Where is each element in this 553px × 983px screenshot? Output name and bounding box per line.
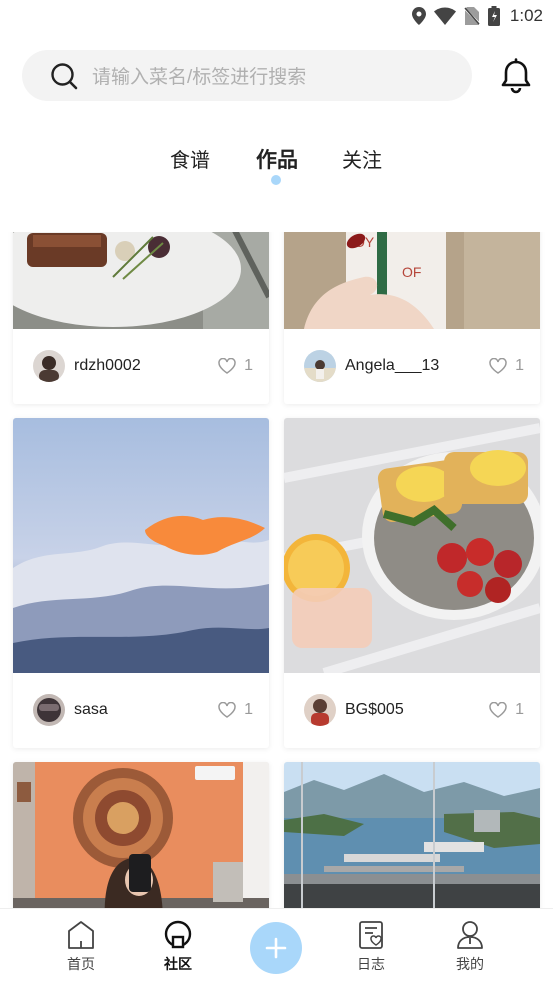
tab-works[interactable]: 作品	[256, 144, 298, 174]
nav-community[interactable]: 社区	[148, 919, 208, 974]
nav-label: 日志	[357, 956, 385, 972]
post-image[interactable]	[284, 418, 540, 673]
tab-recipes[interactable]: 食谱	[170, 144, 210, 173]
search-icon	[51, 62, 78, 89]
location-icon	[411, 7, 426, 25]
bell-icon[interactable]	[498, 58, 534, 94]
home-icon	[68, 921, 94, 949]
nav-label: 首页	[67, 956, 95, 972]
post-card[interactable]	[13, 762, 269, 908]
post-image[interactable]	[13, 418, 269, 673]
bottom-nav: 首页 社区 日志 我的	[0, 908, 553, 983]
post-feed[interactable]: rdzh0002 1 OY OF HO	[0, 232, 553, 908]
avatar[interactable]	[304, 694, 336, 726]
post-image[interactable]	[13, 762, 269, 908]
tab-bar: 食谱 作品 关注	[0, 140, 553, 190]
like-button[interactable]: 1	[489, 673, 524, 747]
nav-label: 我的	[456, 956, 484, 972]
search-input[interactable]: 请输入菜名/标签进行搜索	[22, 50, 472, 101]
post-image[interactable]: OY OF HO	[284, 232, 540, 329]
post-card[interactable]	[284, 762, 540, 908]
post-card[interactable]: rdzh0002 1	[13, 232, 269, 404]
username[interactable]: sasa	[74, 701, 108, 719]
post-meta: Angela___13 1	[284, 329, 540, 403]
profile-icon	[457, 921, 483, 949]
nav-journal[interactable]: 日志	[341, 919, 401, 974]
post-image[interactable]	[284, 762, 540, 908]
post-image[interactable]	[13, 232, 269, 329]
heart-icon	[489, 702, 507, 718]
no-sim-icon	[463, 7, 480, 25]
post-meta: BG$005 1	[284, 673, 540, 747]
battery-icon	[487, 6, 500, 26]
heart-icon	[218, 702, 236, 718]
heart-icon	[218, 358, 236, 374]
like-button[interactable]: 1	[218, 329, 253, 403]
heart-icon	[489, 358, 507, 374]
status-bar: 1:02	[0, 0, 553, 32]
avatar[interactable]	[304, 350, 336, 382]
avatar[interactable]	[33, 694, 65, 726]
like-button[interactable]: 1	[218, 673, 253, 747]
nav-home[interactable]: 首页	[51, 919, 111, 974]
post-card[interactable]: sasa 1	[13, 418, 269, 748]
search-placeholder: 请输入菜名/标签进行搜索	[92, 67, 307, 88]
wifi-icon	[433, 7, 456, 25]
username[interactable]: BG$005	[345, 701, 404, 719]
nav-label: 社区	[164, 956, 192, 972]
status-icons: 1:02	[411, 4, 543, 28]
active-tab-indicator	[271, 175, 281, 185]
username[interactable]: Angela___13	[345, 357, 439, 375]
post-card[interactable]: OY OF HO Angela___13 1	[284, 232, 540, 404]
post-meta: rdzh0002 1	[13, 329, 269, 403]
like-count: 1	[244, 701, 253, 718]
plus-icon	[265, 937, 287, 959]
svg-text:OF: OF	[402, 264, 421, 280]
username[interactable]: rdzh0002	[74, 357, 141, 375]
avatar[interactable]	[33, 350, 65, 382]
add-post-button[interactable]	[250, 922, 302, 974]
post-card[interactable]: BG$005 1	[284, 418, 540, 748]
post-meta: sasa 1	[13, 673, 269, 747]
like-button[interactable]: 1	[489, 329, 524, 403]
like-count: 1	[515, 701, 524, 718]
nav-profile[interactable]: 我的	[440, 919, 500, 974]
journal-icon	[359, 921, 383, 949]
like-count: 1	[244, 357, 253, 374]
tab-following[interactable]: 关注	[342, 144, 382, 173]
like-count: 1	[515, 357, 524, 374]
community-icon	[164, 920, 192, 949]
status-time: 1:02	[509, 6, 543, 25]
